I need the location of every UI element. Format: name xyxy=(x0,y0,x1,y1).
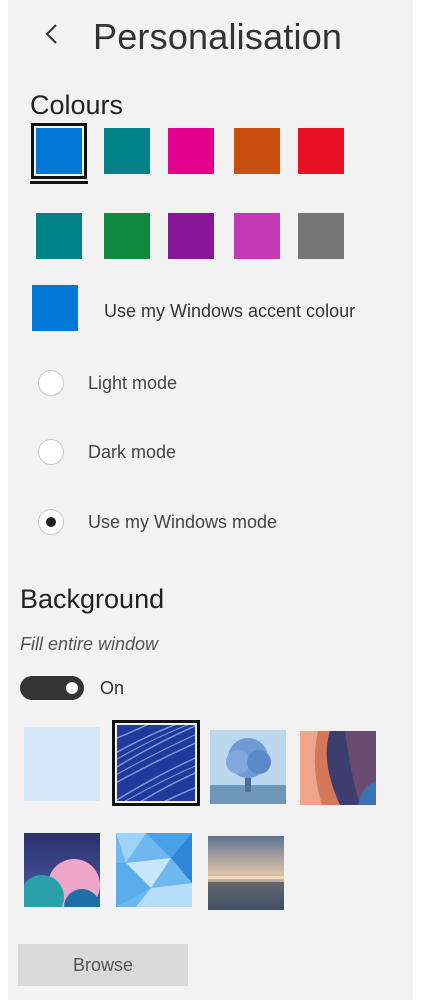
colours-heading: Colours xyxy=(30,90,124,120)
radio-dark-mode[interactable]: Dark mode xyxy=(38,439,378,469)
colour-swatch-7[interactable] xyxy=(104,213,150,259)
background-thumbnail-sunset-sea[interactable] xyxy=(208,836,284,910)
background-thumbnail-pink-planet[interactable] xyxy=(24,833,100,907)
colour-swatch-10[interactable] xyxy=(298,213,344,259)
radio-button[interactable] xyxy=(38,370,64,396)
chevron-left-icon xyxy=(44,23,60,50)
back-button[interactable] xyxy=(38,22,66,50)
colour-swatch-6[interactable] xyxy=(36,213,82,259)
colour-swatch-8[interactable] xyxy=(168,213,214,259)
browse-button[interactable]: Browse xyxy=(18,944,188,986)
toggle-state-label: On xyxy=(100,678,125,698)
personalisation-panel: Personalisation Colours Use my Windows a… xyxy=(8,0,413,1000)
colour-swatch-1[interactable] xyxy=(30,123,88,184)
colour-swatch-9[interactable] xyxy=(234,213,280,259)
colour-swatch-2[interactable] xyxy=(104,128,150,174)
radio-dot xyxy=(46,517,56,527)
colour-swatch-5[interactable] xyxy=(298,128,344,174)
background-thumbnail-blue-polygons[interactable] xyxy=(116,833,192,907)
background-thumbnail-blue-tree[interactable] xyxy=(210,730,286,804)
radio-label-dark-mode: Dark mode xyxy=(88,442,177,462)
fill-window-label: Fill entire window xyxy=(20,634,159,654)
radio-label-windows-mode: Use my Windows mode xyxy=(88,512,278,532)
colour-swatch-3[interactable] xyxy=(168,128,214,174)
background-thumbnail-plain-light-blue[interactable] xyxy=(24,727,100,801)
background-thumbnail-blue-streaks[interactable] xyxy=(112,720,200,806)
radio-button[interactable] xyxy=(38,509,64,535)
background-heading: Background xyxy=(20,584,165,614)
radio-light-mode[interactable]: Light mode xyxy=(38,370,378,400)
header: Personalisation xyxy=(8,8,413,68)
radio-button[interactable] xyxy=(38,439,64,465)
background-thumbnail-canyon[interactable] xyxy=(300,731,376,805)
accent-colour-swatch xyxy=(32,285,78,331)
use-windows-accent-option[interactable]: Use my Windows accent colour xyxy=(32,285,412,335)
radio-windows-mode[interactable]: Use my Windows mode xyxy=(38,509,378,539)
accent-colour-label: Use my Windows accent colour xyxy=(104,301,356,321)
fill-window-toggle[interactable] xyxy=(20,676,84,700)
toggle-knob xyxy=(66,682,78,694)
page-title: Personalisation xyxy=(93,16,343,57)
colour-swatch-4[interactable] xyxy=(234,128,280,174)
radio-label-light-mode: Light mode xyxy=(88,373,178,393)
